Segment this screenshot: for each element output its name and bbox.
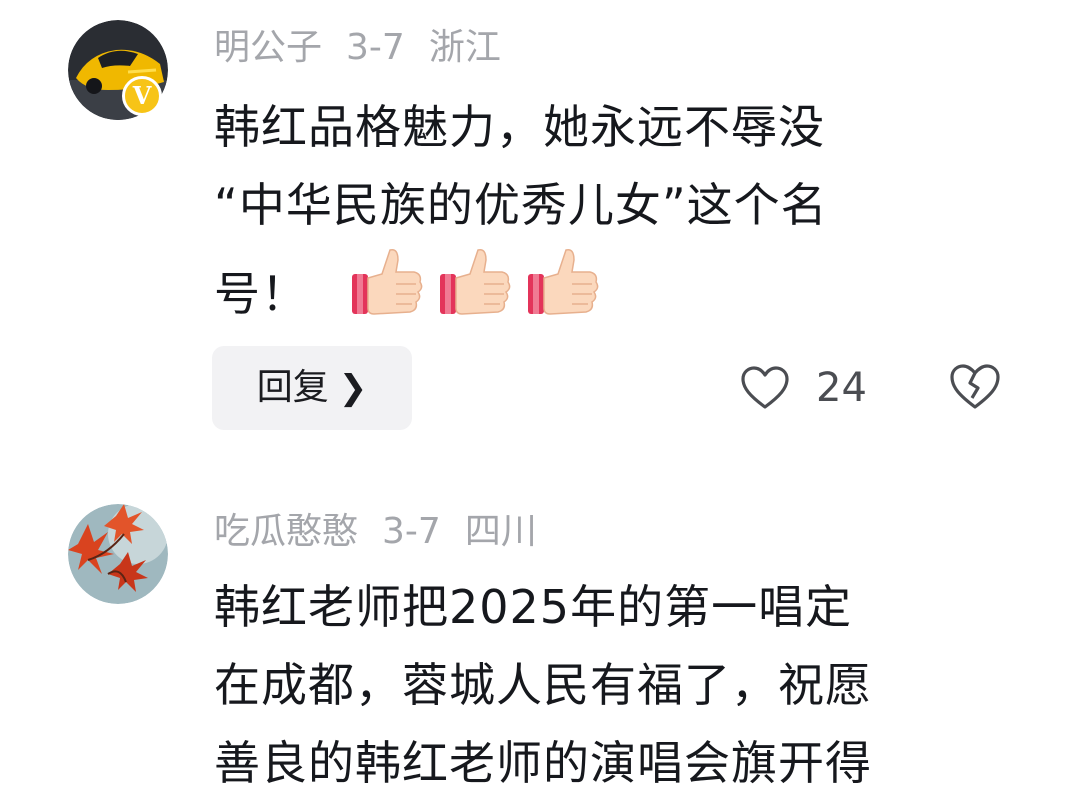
thumbs-up-emoji [528, 248, 599, 315]
chevron-right-icon: ❯ [338, 368, 368, 408]
reply-label: 回复 [256, 367, 329, 408]
comment-line: 韩红品格魅力，她永远不辱没 [214, 100, 825, 154]
comment-date: 3-7 [382, 511, 441, 552]
comment-location: 四川 [464, 511, 537, 552]
comment-date: 3-7 [346, 27, 405, 68]
comment-line: 在成都，蓉城人民有福了，祝愿 [214, 658, 872, 712]
comment-location: 浙江 [428, 27, 501, 68]
like-count: 24 [816, 365, 867, 411]
comment-line: 善良的韩红老师的演唱会旗开得 [214, 736, 872, 790]
dislike-button[interactable] [948, 362, 1002, 416]
comment-line: 韩红老师把2025年的第一唱定 [214, 580, 853, 634]
comment-text: 韩红老师把2025年的第一唱定 在成都，蓉城人民有福了，祝愿 善良的韩红老师的演… [214, 568, 1034, 792]
comment-meta: 吃瓜憨憨 3-7 四川 [214, 508, 561, 556]
username[interactable]: 吃瓜憨憨 [214, 511, 358, 552]
username[interactable]: 明公子 [214, 27, 322, 68]
comment-line-last: 号！ [214, 244, 1034, 333]
broken-heart-icon [950, 364, 1000, 409]
verified-badge: V [122, 76, 162, 116]
comment-text: 韩红品格魅力，她永远不辱没 “中华民族的优秀儿女”这个名 号！ [214, 88, 1034, 333]
thumbs-up-emoji [440, 248, 511, 315]
comment-line-text: 号！ [214, 267, 308, 321]
thumbs-up-emoji-group [308, 248, 600, 321]
heart-outline-icon [741, 366, 789, 409]
thumbs-up-emoji [352, 248, 423, 315]
comment-feed: V 明公子 3-7 浙江 韩红品格魅力，她永远不辱没 “中华民族的优秀儿女”这个名 … [0, 0, 1080, 792]
like-button[interactable]: 24 [740, 360, 867, 416]
comment-line: “中华民族的优秀儿女”这个名 [214, 178, 828, 232]
comment-meta: 明公子 3-7 浙江 [214, 24, 525, 72]
avatar[interactable] [68, 504, 168, 604]
reply-button[interactable]: 回复 ❯ [212, 346, 412, 430]
